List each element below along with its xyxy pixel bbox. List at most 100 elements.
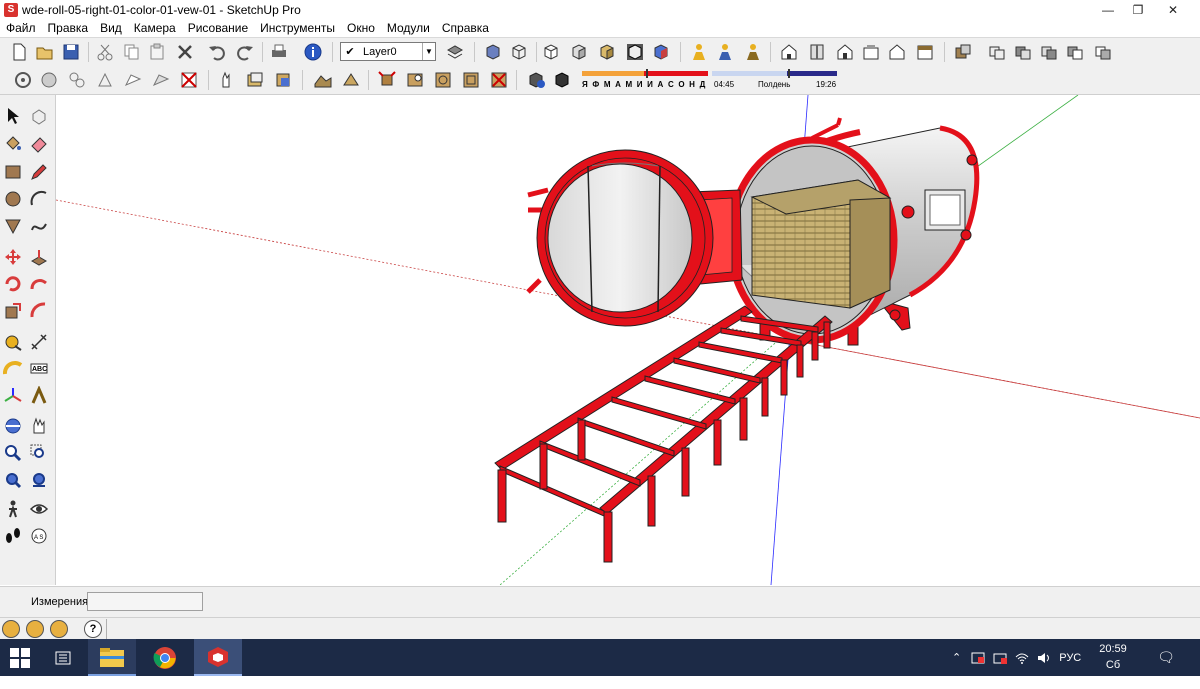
texture-delete-button[interactable] [488, 69, 510, 91]
right-view-button[interactable] [860, 41, 882, 63]
menu-window[interactable]: Окно [341, 21, 381, 35]
add-detail-button[interactable] [150, 69, 172, 91]
menu-tools[interactable]: Инструменты [254, 21, 341, 35]
redo-button[interactable] [234, 41, 256, 63]
texture-box-button[interactable] [460, 69, 482, 91]
rectangle-tool[interactable] [2, 161, 24, 183]
push-pull-tool[interactable] [28, 246, 50, 268]
make-component-tool[interactable] [28, 105, 50, 127]
menu-draw[interactable]: Рисование [182, 21, 254, 35]
orbit-target-button[interactable] [12, 69, 34, 91]
tape-measure-tool[interactable] [2, 331, 24, 353]
paste-button[interactable] [146, 41, 168, 63]
rotate-tool[interactable] [2, 273, 24, 295]
hidden-line-button[interactable] [540, 41, 562, 63]
circle-tool[interactable] [2, 188, 24, 210]
explode-button[interactable] [376, 69, 398, 91]
pan-tool[interactable] [28, 415, 50, 437]
sandbox-button[interactable] [38, 69, 60, 91]
section-plane-button[interactable] [952, 41, 974, 63]
credits-icon[interactable] [26, 620, 44, 638]
zoom-tool[interactable] [2, 442, 24, 464]
from-contours-button[interactable] [312, 69, 334, 91]
trim-button[interactable] [1092, 41, 1114, 63]
top-view-button[interactable] [806, 41, 828, 63]
iso-view-button[interactable] [778, 41, 800, 63]
zoom-extents-tool[interactable] [2, 469, 24, 491]
line-tool[interactable] [28, 161, 50, 183]
freehand-tool[interactable] [28, 215, 50, 237]
tray-expand-icon[interactable]: ⌃ [952, 651, 961, 664]
walk-tool[interactable] [2, 525, 24, 547]
eraser-tool[interactable] [28, 132, 50, 154]
network-tray-icon[interactable] [993, 651, 1008, 665]
texture-circle-button[interactable] [432, 69, 454, 91]
layer-dropdown[interactable]: ✔ Layer0 ▼ [340, 42, 436, 61]
flip-edge-button[interactable] [178, 69, 200, 91]
start-button[interactable] [0, 639, 40, 676]
monochrome-button[interactable] [624, 41, 646, 63]
orbit-tool[interactable] [2, 415, 24, 437]
open-file-button[interactable] [34, 41, 56, 63]
save-button[interactable] [60, 41, 82, 63]
arc-tool[interactable] [28, 188, 50, 210]
notifications-button[interactable]: 🗨 [1150, 639, 1182, 676]
task-view-button[interactable] [44, 639, 82, 676]
scene-figure-button[interactable] [742, 41, 764, 63]
photo-texture-button[interactable] [244, 69, 266, 91]
polygon-tool[interactable] [2, 215, 24, 237]
move-tool[interactable] [2, 246, 24, 268]
menu-extensions[interactable]: Модули [381, 21, 436, 35]
menu-file[interactable]: Файл [0, 21, 42, 35]
shaded-button[interactable] [568, 41, 590, 63]
axes-tool[interactable] [2, 385, 24, 407]
intersect-button[interactable] [1012, 41, 1034, 63]
previous-view-tool[interactable] [28, 469, 50, 491]
wireframe-style-button[interactable] [508, 41, 530, 63]
follow-me-tool[interactable] [28, 273, 50, 295]
shadow-toggle-button[interactable] [552, 69, 574, 91]
text-tool[interactable]: ABC [28, 358, 50, 380]
xray-style-button[interactable] [482, 41, 504, 63]
component-figure-button[interactable] [714, 41, 736, 63]
taskbar-chrome[interactable] [140, 639, 190, 676]
cut-button[interactable] [94, 41, 116, 63]
front-view-button[interactable] [834, 41, 856, 63]
move-figure-button[interactable] [688, 41, 710, 63]
menu-edit[interactable]: Правка [42, 21, 95, 35]
outer-shell-button[interactable] [986, 41, 1008, 63]
shaded-textures-button[interactable] [596, 41, 618, 63]
geo-location-icon[interactable] [2, 620, 20, 638]
measurements-input[interactable] [87, 592, 203, 611]
taskbar-clock[interactable]: 20:59 Сб 01.06.24 [1085, 641, 1141, 687]
3d-text-tool[interactable] [28, 385, 50, 407]
menu-view[interactable]: Вид [94, 21, 128, 35]
model-viewport[interactable] [56, 95, 1200, 585]
look-around-tool[interactable] [28, 498, 50, 520]
menu-camera[interactable]: Камера [128, 21, 182, 35]
shadow-info-button[interactable] [526, 69, 548, 91]
dimension-tool[interactable] [28, 331, 50, 353]
drape-button[interactable] [122, 69, 144, 91]
zoom-window-tool[interactable] [28, 442, 50, 464]
back-view-button[interactable] [886, 41, 908, 63]
section-tool[interactable]: A S [28, 525, 50, 547]
help-icon[interactable]: ? [84, 620, 102, 638]
paint-bucket-tool[interactable] [2, 132, 24, 154]
match-photo-button[interactable] [272, 69, 294, 91]
left-view-button[interactable] [914, 41, 936, 63]
taskbar-sketchup[interactable] [194, 639, 242, 676]
scale-tool[interactable] [2, 300, 24, 322]
hand-tool-button[interactable] [216, 69, 238, 91]
language-indicator[interactable]: РУС [1059, 652, 1081, 664]
stamp-button[interactable] [94, 69, 116, 91]
undo-button[interactable] [206, 41, 228, 63]
smoove-button[interactable] [66, 69, 88, 91]
offset-tool[interactable] [28, 300, 50, 322]
menu-help[interactable]: Справка [436, 21, 495, 35]
color-by-axis-button[interactable] [650, 41, 672, 63]
copy-button[interactable] [120, 41, 142, 63]
texture-front-button[interactable] [404, 69, 426, 91]
model-info-button[interactable] [302, 41, 324, 63]
shadow-months-label[interactable]: Я Ф М А М И И А С О Н Д [582, 80, 707, 89]
